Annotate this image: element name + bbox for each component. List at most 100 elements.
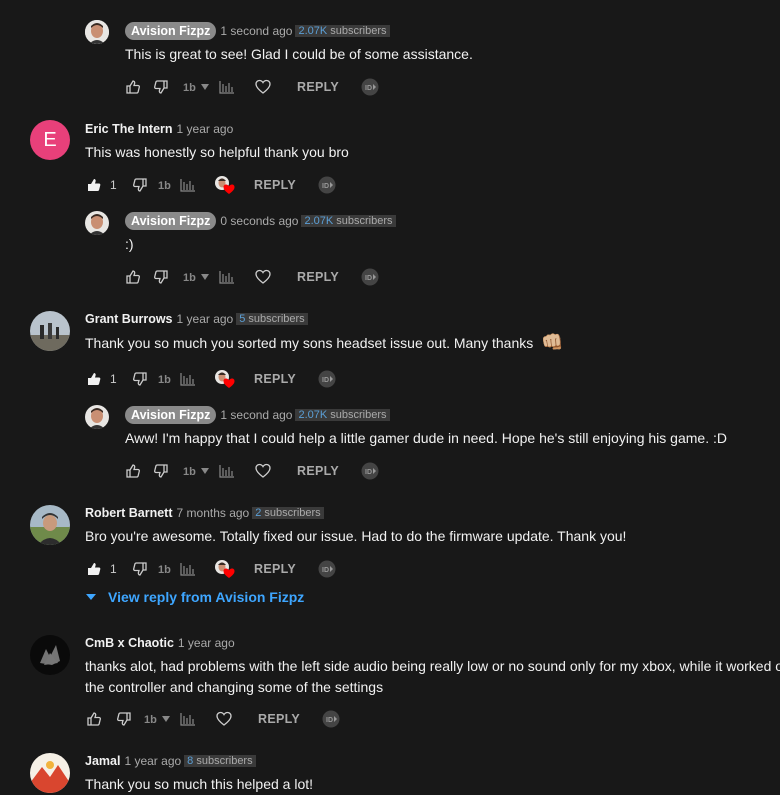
stats-bar-icon[interactable] (180, 562, 196, 576)
extension-dislike-count-icon[interactable]: 1b (183, 464, 213, 478)
avatar[interactable] (85, 211, 109, 235)
reply-button[interactable]: REPLY (254, 178, 296, 192)
thumbs-down-icon[interactable] (153, 79, 169, 95)
creator-heart-icon[interactable] (214, 559, 236, 579)
creator-heart-icon[interactable] (214, 369, 236, 389)
extension-dislike-count-icon[interactable]: 1b (158, 372, 178, 386)
comment-text: This is great to see! Glad I could be of… (125, 46, 473, 62)
author-name[interactable]: Jamal (85, 754, 120, 768)
avatar[interactable] (85, 405, 109, 429)
thumbs-down-icon[interactable] (132, 371, 148, 387)
view-reply-button[interactable]: View reply from Avision Fizpz (86, 589, 304, 605)
svg-text:1b: 1b (183, 82, 196, 94)
reply-button[interactable]: REPLY (258, 712, 300, 726)
translate-icon[interactable]: ID (318, 176, 336, 194)
comment-text-line-2: the controller and changing some of the … (85, 679, 384, 695)
subscriber-badge: 2.07K subscribers (295, 409, 390, 421)
thumbs-up-icon[interactable] (125, 79, 141, 95)
timestamp[interactable]: 1 year ago (177, 312, 234, 326)
subscriber-badge: 2 subscribers (252, 507, 324, 519)
stats-bar-icon[interactable] (180, 178, 196, 192)
like-count: 1 (110, 562, 117, 576)
heart-icon[interactable] (255, 79, 271, 95)
translate-icon[interactable]: ID (318, 560, 336, 578)
fist-emoji: 👊🏼 (541, 332, 564, 352)
stats-bar-icon[interactable] (219, 270, 235, 284)
timestamp[interactable]: 1 second ago (220, 408, 292, 422)
avatar[interactable] (30, 505, 70, 545)
svg-text:ID: ID (326, 717, 333, 724)
avatar-letter: E (43, 128, 57, 151)
avatar[interactable]: E (30, 120, 70, 160)
translate-icon[interactable]: ID (361, 78, 379, 96)
timestamp[interactable]: 1 year ago (178, 636, 235, 650)
extension-dislike-count-icon[interactable]: 1b (183, 80, 213, 94)
author-name[interactable]: Avision Fizpz (125, 22, 217, 40)
avatar[interactable] (85, 20, 109, 44)
comment-text: Aww! I'm happy that I could help a littl… (125, 430, 727, 446)
thumbs-up-icon[interactable] (86, 711, 102, 727)
translate-icon[interactable]: ID (318, 370, 336, 388)
svg-text:ID: ID (322, 183, 329, 190)
like-count: 1 (110, 178, 117, 192)
thumbs-up-icon[interactable] (125, 463, 141, 479)
extension-dislike-count-icon[interactable]: 1b (144, 712, 174, 726)
reply-button[interactable]: REPLY (297, 464, 339, 478)
comment-text: :) (125, 236, 134, 252)
timestamp[interactable]: 0 seconds ago (220, 214, 298, 228)
author-name[interactable]: Robert Barnett (85, 506, 173, 520)
author-name[interactable]: CmB x Chaotic (85, 636, 174, 650)
translate-icon[interactable]: ID (361, 462, 379, 480)
view-reply-label: View reply from Avision Fizpz (108, 589, 305, 605)
avatar[interactable] (30, 753, 70, 793)
svg-text:1b: 1b (144, 714, 157, 726)
reply-button[interactable]: REPLY (254, 562, 296, 576)
thumbs-down-icon[interactable] (132, 177, 148, 193)
thumbs-down-icon[interactable] (153, 463, 169, 479)
avatar[interactable] (30, 311, 70, 351)
thumbs-down-icon[interactable] (132, 561, 148, 577)
thumbs-up-icon[interactable] (125, 269, 141, 285)
heart-icon[interactable] (216, 711, 232, 727)
svg-text:1b: 1b (183, 272, 196, 284)
svg-text:ID: ID (365, 275, 372, 282)
comment-text: Bro you're awesome. Totally fixed our is… (85, 528, 627, 544)
comment-text: Thank you so much you sorted my sons hea… (85, 332, 564, 354)
reply-button[interactable]: REPLY (297, 270, 339, 284)
author-name[interactable]: Eric The Intern (85, 122, 173, 136)
subscriber-badge: 5 subscribers (236, 313, 308, 325)
stats-bar-icon[interactable] (180, 372, 196, 386)
svg-text:1b: 1b (158, 180, 171, 192)
extension-dislike-count-icon[interactable]: 1b (183, 270, 213, 284)
stats-bar-icon[interactable] (180, 712, 196, 726)
thumbs-up-icon[interactable] (86, 371, 102, 387)
thumbs-up-icon[interactable] (86, 561, 102, 577)
author-name[interactable]: Grant Burrows (85, 312, 173, 326)
thumbs-down-icon[interactable] (153, 269, 169, 285)
thumbs-up-icon[interactable] (86, 177, 102, 193)
like-count: 1 (110, 372, 117, 386)
author-name[interactable]: Avision Fizpz (125, 212, 217, 230)
avatar[interactable] (30, 635, 70, 675)
timestamp[interactable]: 1 year ago (177, 122, 234, 136)
heart-icon[interactable] (255, 269, 271, 285)
timestamp[interactable]: 1 year ago (124, 754, 181, 768)
svg-text:ID: ID (365, 85, 372, 92)
translate-icon[interactable]: ID (322, 710, 340, 728)
creator-heart-icon[interactable] (214, 175, 236, 195)
author-name[interactable]: Avision Fizpz (125, 406, 217, 424)
translate-icon[interactable]: ID (361, 268, 379, 286)
svg-text:1b: 1b (158, 564, 171, 576)
extension-dislike-count-icon[interactable]: 1b (158, 562, 178, 576)
extension-dislike-count-icon[interactable]: 1b (158, 178, 178, 192)
timestamp[interactable]: 1 second ago (220, 24, 292, 38)
stats-bar-icon[interactable] (219, 80, 235, 94)
svg-text:1b: 1b (183, 466, 196, 478)
comment-text: Thank you so much this helped a lot! (85, 776, 314, 792)
reply-button[interactable]: REPLY (297, 80, 339, 94)
heart-icon[interactable] (255, 463, 271, 479)
stats-bar-icon[interactable] (219, 464, 235, 478)
reply-button[interactable]: REPLY (254, 372, 296, 386)
timestamp[interactable]: 7 months ago (177, 506, 250, 520)
thumbs-down-icon[interactable] (116, 711, 132, 727)
